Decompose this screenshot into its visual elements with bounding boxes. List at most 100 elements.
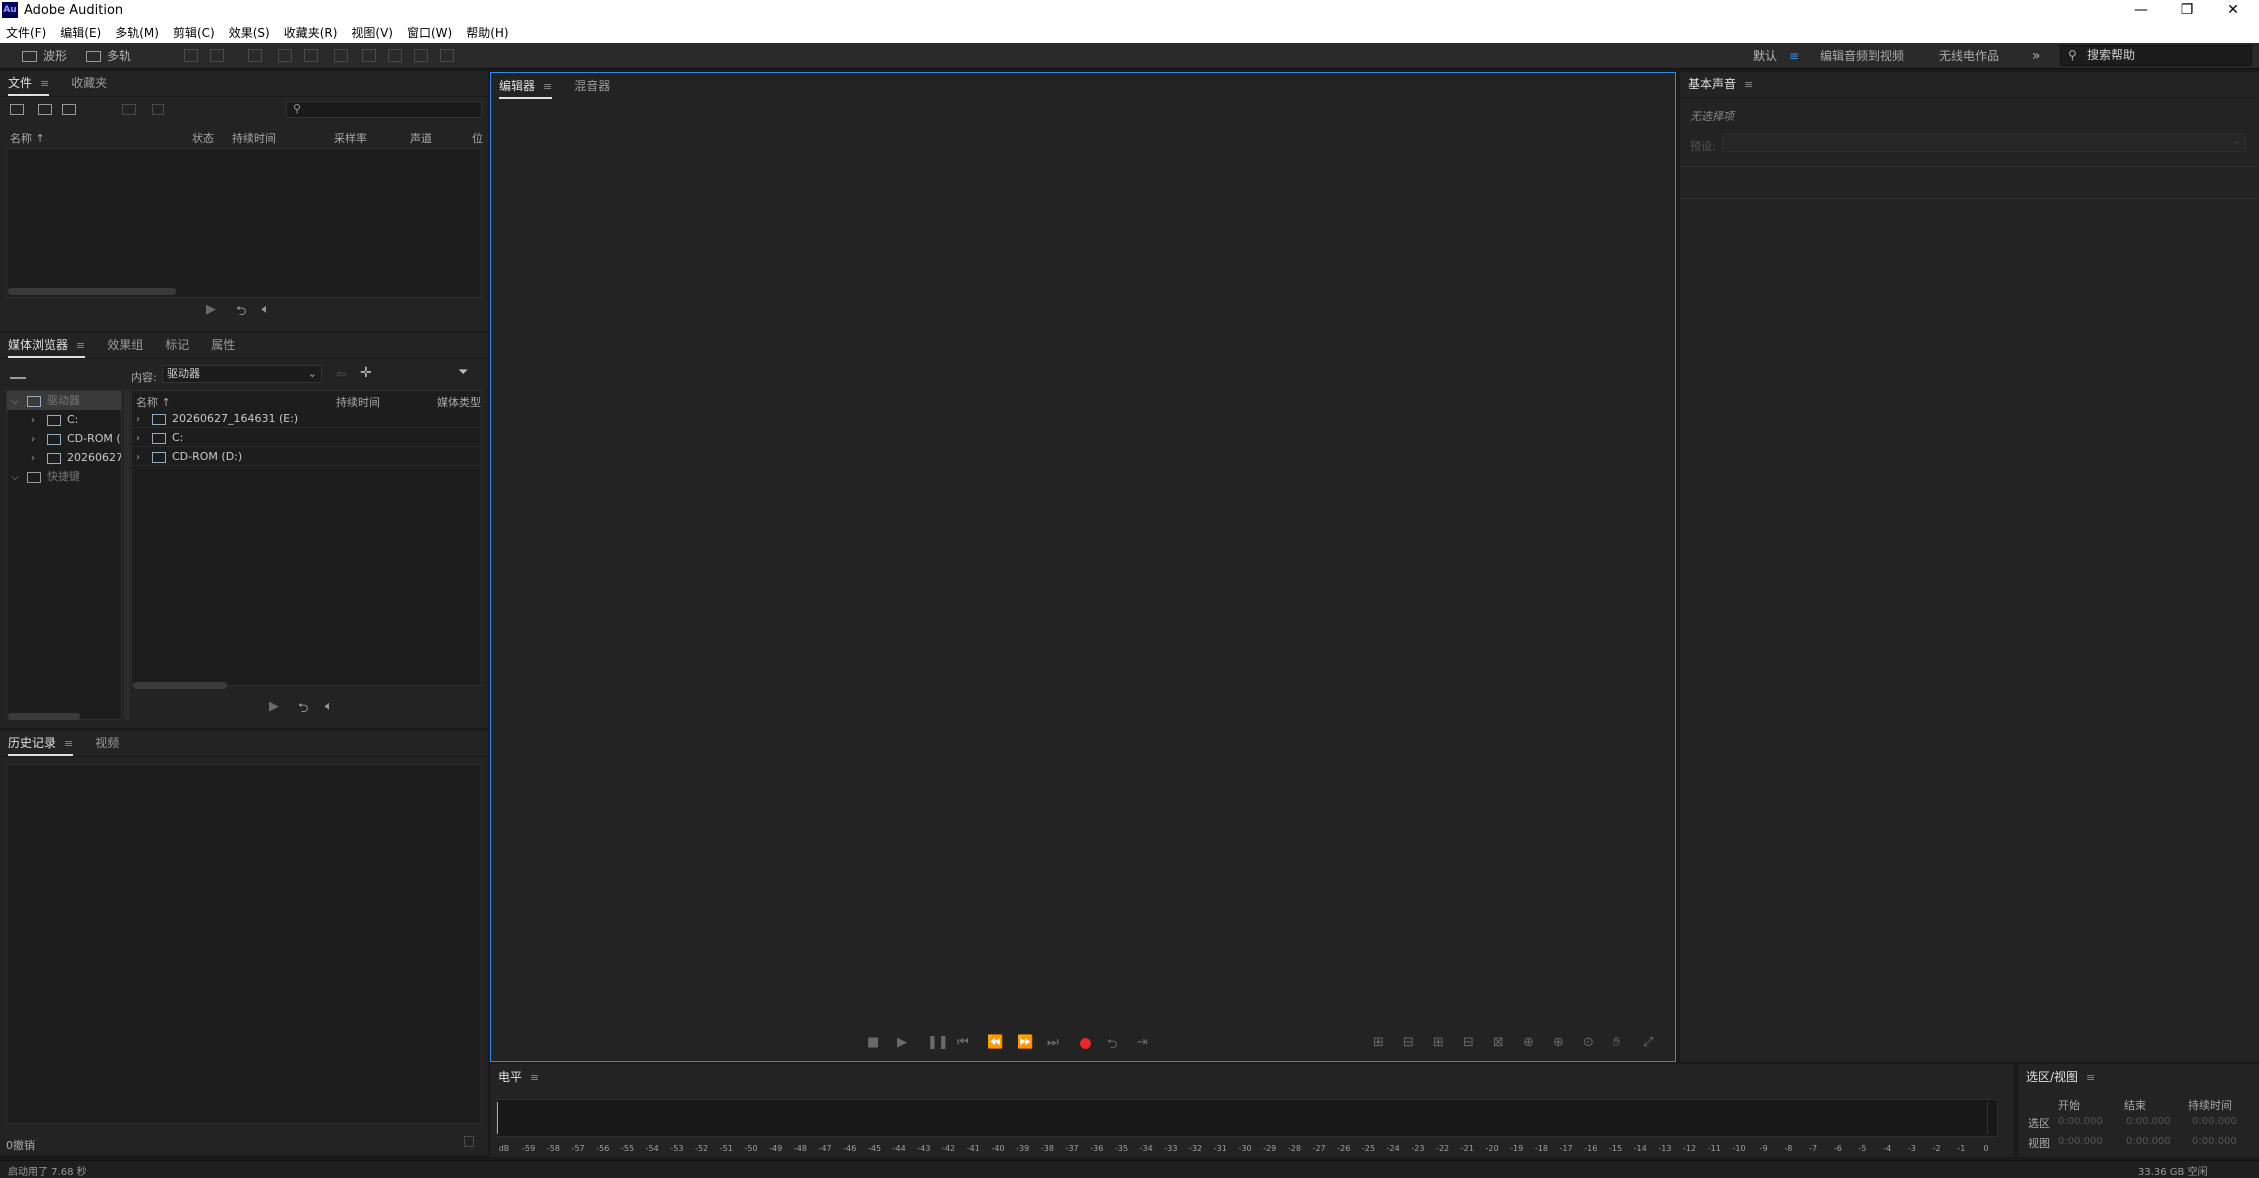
selection-end[interactable]: 0:00.000 — [2126, 1116, 2171, 1127]
media-row[interactable]: › CD-ROM (D:) — [132, 447, 481, 466]
new-file-icon[interactable] — [62, 104, 76, 115]
delete-file-icon[interactable] — [152, 104, 164, 115]
tree-item-drives[interactable]: ⌵ 驱动器 — [7, 391, 121, 410]
go-to-end-icon[interactable]: ⏭ — [1047, 1035, 1059, 1050]
panel-menu-icon[interactable]: ≡ — [1744, 78, 1753, 91]
slip-tool-icon[interactable] — [304, 49, 318, 62]
workspace-menu-icon[interactable]: ≡ — [1789, 47, 1799, 65]
add-shortcut-icon[interactable]: ✛ — [360, 365, 372, 381]
razor-tool-icon[interactable] — [278, 49, 292, 62]
workspace-default[interactable]: 默认 — [1753, 47, 1777, 65]
tree-item-shortcuts[interactable]: ⌵ 快捷键 — [7, 467, 121, 486]
back-arrow-icon[interactable]: ⇦ — [336, 367, 346, 381]
content-dropdown[interactable]: 驱动器 ⌄ — [162, 365, 322, 383]
play-icon[interactable]: ▶ — [897, 1035, 907, 1050]
more-workspaces-icon[interactable]: » — [2032, 47, 2041, 65]
healing-brush-icon[interactable] — [440, 49, 454, 62]
insert-into-multitrack-icon[interactable] — [122, 104, 136, 115]
history-list[interactable] — [6, 764, 482, 1124]
media-row[interactable]: › C: — [132, 428, 481, 447]
col-sample-rate[interactable]: 采样率 — [334, 130, 367, 146]
menu-multitrack[interactable]: 多轨(M) — [115, 24, 159, 41]
menu-view[interactable]: 视图(V) — [351, 24, 393, 41]
zoom-out-time-icon[interactable]: ⊟ — [1463, 1035, 1474, 1050]
move-tool-icon[interactable] — [248, 49, 262, 62]
tree-item-cdrom[interactable]: › CD-ROM ( — [7, 429, 121, 448]
panel-menu-icon[interactable]: ≡ — [64, 737, 73, 750]
view-end[interactable]: 0:00.000 — [2126, 1136, 2171, 1147]
tab-editor[interactable]: 编辑器 ≡ — [499, 77, 553, 99]
filter-icon[interactable]: ⏷ — [458, 365, 468, 380]
menu-clip[interactable]: 剪辑(C) — [173, 24, 215, 41]
marquee-tool-icon[interactable] — [362, 49, 376, 62]
menu-help[interactable]: 帮助(H) — [466, 24, 508, 41]
menu-edit[interactable]: 编辑(E) — [60, 24, 101, 41]
chevron-down-icon[interactable]: ⌵ — [11, 468, 21, 487]
tab-selection-view[interactable]: 选区/视图 ≡ — [2026, 1068, 2095, 1090]
col-media-type[interactable]: 媒体类型 — [437, 394, 481, 410]
loop-icon[interactable]: ⮌ — [236, 302, 246, 324]
col-name[interactable]: 名称 ↑ — [10, 130, 45, 146]
panel-menu-icon[interactable]: ≡ — [543, 80, 552, 93]
tab-files[interactable]: 文件 ≡ — [8, 74, 50, 96]
drive-list-icon[interactable] — [10, 369, 26, 379]
tab-markers[interactable]: 标记 — [165, 336, 189, 358]
chevron-right-icon[interactable]: › — [31, 411, 41, 430]
close-button[interactable]: ✕ — [2210, 0, 2256, 22]
files-search-input[interactable]: ⚲ — [286, 101, 482, 118]
zoom-in-amplitude-icon[interactable]: ⊞ — [1373, 1035, 1384, 1050]
fast-forward-icon[interactable]: ⏩ — [1017, 1035, 1033, 1050]
col-duration[interactable]: 持续时间 — [336, 394, 380, 410]
tree-splitter[interactable] — [124, 390, 130, 720]
zoom-in-right-icon[interactable]: ⊕ — [1553, 1035, 1564, 1050]
col-bits[interactable]: 位 — [472, 130, 483, 146]
tab-history[interactable]: 历史记录 ≡ — [8, 734, 74, 756]
help-search-input[interactable]: ⚲ 搜索帮助 — [2060, 45, 2252, 66]
zoom-out-amplitude-icon[interactable]: ⊟ — [1403, 1035, 1414, 1050]
zoom-selection-icon[interactable]: ⊙ — [1583, 1035, 1594, 1050]
tab-levels[interactable]: 电平 ≡ — [498, 1068, 539, 1090]
tab-mixer[interactable]: 混音器 — [574, 77, 610, 99]
minimize-button[interactable]: — — [2118, 0, 2164, 22]
loop-icon[interactable]: ⮌ — [298, 699, 308, 721]
chevron-right-icon[interactable]: › — [136, 410, 146, 429]
autoplay-icon[interactable]: 🔈︎ — [262, 302, 270, 317]
restore-button[interactable]: ❐ — [2164, 0, 2210, 22]
lasso-tool-icon[interactable] — [388, 49, 402, 62]
tree-h-scrollbar[interactable] — [8, 713, 80, 720]
skip-selection-icon[interactable]: ⇥ — [1137, 1035, 1148, 1050]
col-duration[interactable]: 持续时间 — [232, 130, 276, 146]
menu-favorites[interactable]: 收藏夹(R) — [284, 24, 338, 41]
time-selection-tool-icon[interactable] — [334, 49, 348, 62]
zoom-in-left-icon[interactable]: ⊕ — [1523, 1035, 1534, 1050]
open-file-icon[interactable] — [10, 104, 24, 115]
hand-tool-icon[interactable]: ✋︎ — [1613, 1035, 1620, 1050]
chevron-right-icon[interactable]: › — [136, 448, 146, 467]
editor-canvas[interactable] — [491, 99, 1675, 1023]
loop-playback-icon[interactable]: ⮌ — [1107, 1035, 1117, 1057]
tree-item-c[interactable]: › C: — [7, 410, 121, 429]
chevron-right-icon[interactable]: › — [136, 429, 146, 448]
zoom-in-time-icon[interactable]: ⊞ — [1433, 1035, 1444, 1050]
menu-effects[interactable]: 效果(S) — [229, 24, 270, 41]
trash-icon[interactable] — [464, 1136, 474, 1147]
tab-favorites[interactable]: 收藏夹 — [71, 74, 107, 96]
menu-window[interactable]: 窗口(W) — [407, 24, 452, 41]
view-duration[interactable]: 0:00.000 — [2192, 1136, 2237, 1147]
menu-file[interactable]: 文件(F) — [6, 24, 46, 41]
media-h-scrollbar[interactable] — [133, 682, 227, 689]
play-icon[interactable]: ▶ — [269, 699, 279, 714]
rewind-icon[interactable]: ⏪ — [987, 1035, 1003, 1050]
import-file-icon[interactable] — [38, 104, 52, 115]
panel-menu-icon[interactable]: ≡ — [2086, 1071, 2095, 1084]
col-name[interactable]: 名称 ↑ — [136, 394, 171, 410]
go-to-start-icon[interactable]: ⏮ — [957, 1035, 969, 1050]
tab-effects-rack[interactable]: 效果组 — [107, 336, 143, 358]
workspace-radio-production[interactable]: 无线电作品 — [1939, 47, 1999, 65]
preset-dropdown[interactable]: ⌄ — [1722, 134, 2246, 152]
pause-icon[interactable]: ❚❚ — [927, 1035, 949, 1050]
record-icon[interactable] — [1080, 1038, 1091, 1049]
panel-menu-icon[interactable]: ≡ — [40, 77, 49, 90]
selection-duration[interactable]: 0:00.000 — [2192, 1116, 2237, 1127]
workspace-edit-audio-to-video[interactable]: 编辑音频到视频 — [1820, 47, 1904, 65]
